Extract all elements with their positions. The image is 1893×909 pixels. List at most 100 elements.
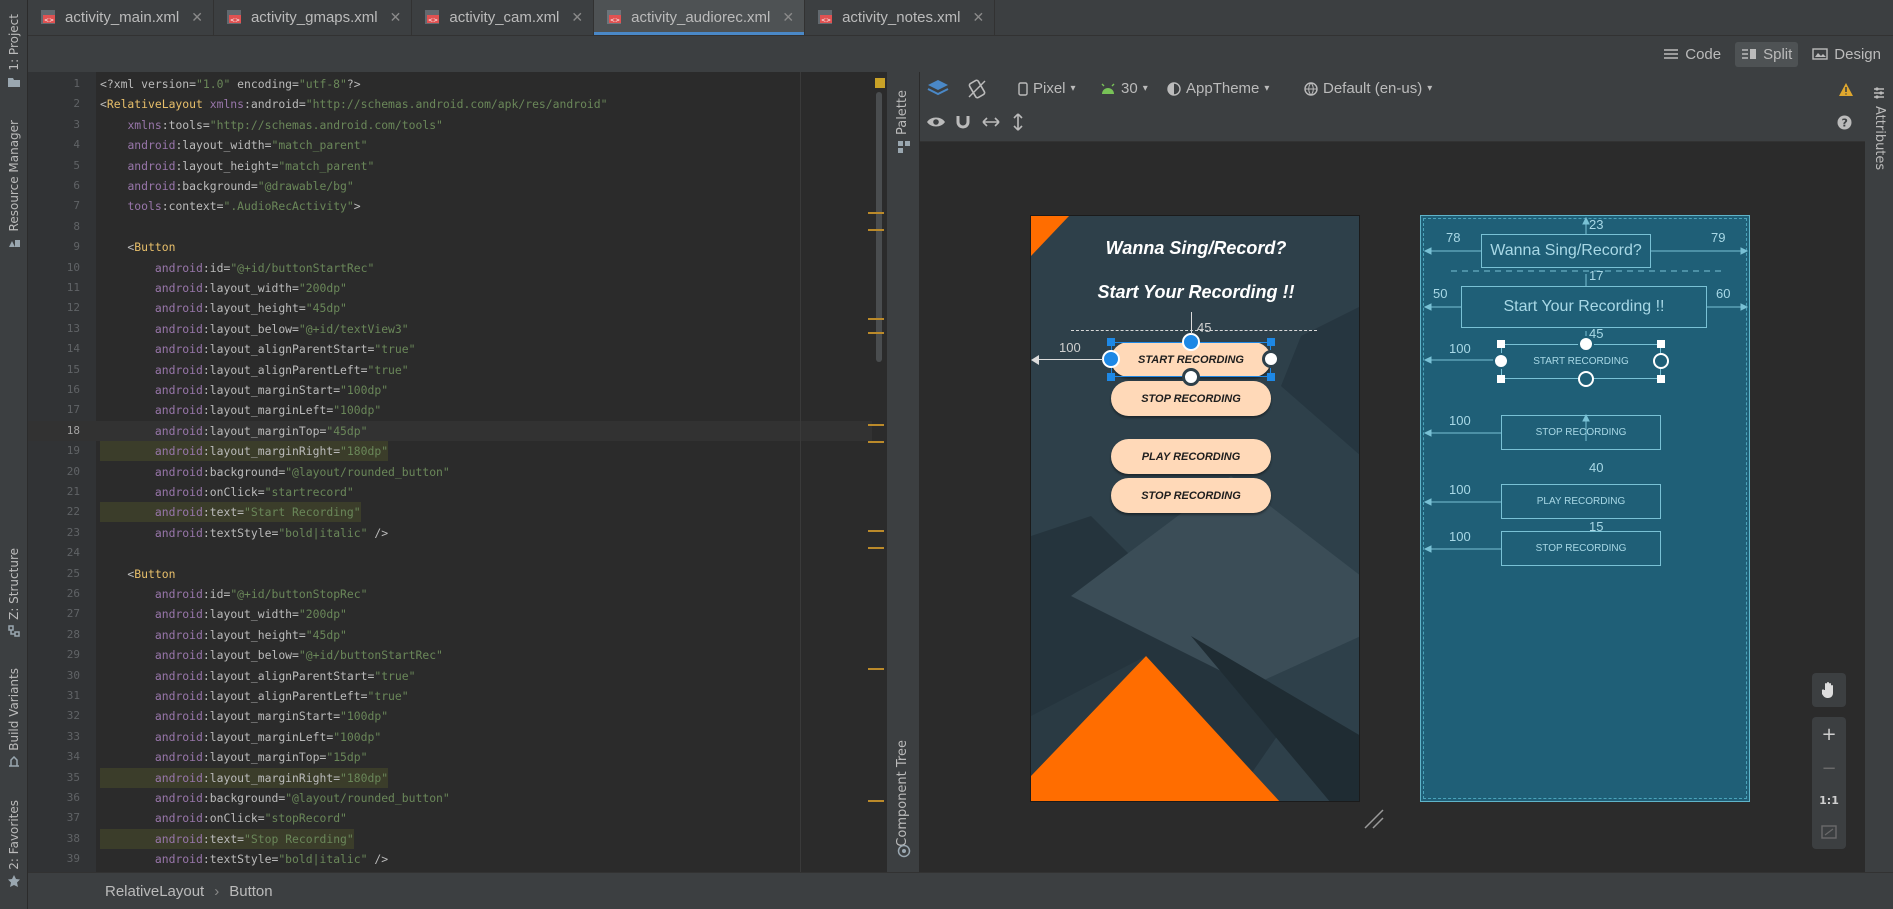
palette-tab[interactable]: Palette (895, 90, 910, 135)
tab-activity-notes[interactable]: <> activity_notes.xml ✕ (805, 0, 996, 35)
orientation-icon[interactable] (966, 78, 988, 100)
blueprint-handle[interactable] (1657, 375, 1665, 383)
code-line[interactable]: 30 android:layout_alignParentStart="true… (28, 666, 886, 686)
code-line[interactable]: 9 <Button (28, 237, 886, 257)
magnet-icon[interactable] (955, 114, 971, 130)
blueprint-handle[interactable] (1497, 375, 1505, 383)
editor-mark[interactable] (868, 424, 884, 426)
code-line[interactable]: 15 android:layout_alignParentLeft="true" (28, 360, 886, 380)
code-line[interactable]: 27 android:layout_width="200dp" (28, 604, 886, 624)
resize-handle[interactable] (1267, 338, 1275, 346)
editor-mark[interactable] (868, 800, 884, 802)
code-line[interactable]: 33 android:layout_marginLeft="100dp" (28, 727, 886, 747)
breadcrumb-item-relativelayout[interactable]: RelativeLayout (105, 883, 204, 900)
favorites-tool-tab[interactable]: 2: Favorites (2, 800, 26, 887)
code-line[interactable]: 35 android:layout_marginRight="180dp" (28, 767, 886, 788)
device-selector[interactable]: Pixel ▾ (1018, 80, 1076, 97)
code-line[interactable]: 1 <?xml version="1.0" encoding="utf-8"?> (28, 74, 886, 94)
blueprint-constraint-left[interactable] (1493, 353, 1509, 369)
layers-icon[interactable] (926, 78, 950, 98)
locale-selector[interactable]: Default (en-us) ▾ (1304, 80, 1432, 97)
warning-indicator[interactable] (875, 78, 885, 88)
zoom-fit-button[interactable] (1812, 815, 1846, 849)
code-line[interactable]: 2 <RelativeLayout xmlns:android="http://s… (28, 94, 886, 114)
code-line[interactable]: 19 android:layout_marginRight="180dp" (28, 441, 886, 462)
code-line[interactable]: 4 android:layout_width="match_parent" (28, 135, 886, 155)
vertical-arrows-icon[interactable] (1012, 113, 1024, 131)
editor-mark[interactable] (868, 229, 884, 231)
tab-activity-cam[interactable]: <> activity_cam.xml ✕ (412, 0, 595, 35)
blueprint-preview[interactable]: Wanna Sing/Record? Start Your Recording … (1420, 215, 1750, 802)
code-line[interactable]: 11 android:layout_width="200dp" (28, 278, 886, 298)
code-line[interactable]: 6 android:background="@drawable/bg" (28, 176, 886, 196)
zoom-out-button[interactable]: − (1812, 751, 1846, 785)
blueprint-subtitle[interactable]: Start Your Recording !! (1461, 286, 1707, 328)
horizontal-arrows-icon[interactable] (982, 116, 1000, 128)
editor-mark[interactable] (868, 332, 884, 334)
resize-grip-icon[interactable] (1363, 808, 1385, 830)
code-line[interactable]: 23 android:textStyle="bold|italic" /> (28, 523, 886, 543)
help-icon[interactable]: ? (1837, 115, 1852, 130)
code-line[interactable]: 36 android:background="@layout/rounded_b… (28, 788, 886, 808)
code-line[interactable]: 25 <Button (28, 564, 886, 584)
resize-handle[interactable] (1107, 338, 1115, 346)
constraint-handle-top[interactable] (1182, 333, 1200, 351)
resize-handle[interactable] (1267, 373, 1275, 381)
structure-tool-tab[interactable]: Z: Structure (2, 548, 26, 637)
tab-activity-audiorec[interactable]: <> activity_audiorec.xml ✕ (594, 0, 806, 35)
blueprint-play-recording[interactable]: PLAY RECORDING (1501, 484, 1661, 519)
eye-icon[interactable] (926, 115, 946, 129)
theme-selector[interactable]: AppTheme ▾ (1167, 80, 1269, 97)
editor-mark[interactable] (868, 668, 884, 670)
blueprint-constraint-bottom[interactable] (1578, 371, 1594, 387)
code-line[interactable]: 18 android:layout_marginTop="45dp" (28, 420, 886, 441)
code-line[interactable]: 10 android:id="@+id/buttonStartRec" (28, 258, 886, 278)
resource-manager-tab[interactable]: Resource Manager (2, 120, 26, 248)
editor-mark[interactable] (868, 547, 884, 549)
play-recording-button[interactable]: PLAY RECORDING (1111, 439, 1271, 474)
code-line[interactable]: 26 android:id="@+id/buttonStopRec" (28, 584, 886, 604)
code-line[interactable]: 28 android:layout_height="45dp" (28, 625, 886, 645)
code-line[interactable]: 5 android:layout_height="match_parent" (28, 156, 886, 176)
component-tree-tab[interactable]: Component Tree (895, 740, 910, 847)
code-line[interactable]: 29 android:layout_below="@+id/buttonStar… (28, 645, 886, 665)
split-mode-button[interactable]: Split (1735, 41, 1799, 67)
code-line[interactable]: 7 tools:context=".AudioRecActivity"> (28, 196, 886, 216)
constraint-handle-left[interactable] (1102, 350, 1120, 368)
build-variants-tab[interactable]: Build Variants (2, 668, 26, 768)
blueprint-title[interactable]: Wanna Sing/Record? (1481, 234, 1651, 268)
stop-recording-button[interactable]: STOP RECORDING (1111, 381, 1271, 416)
code-line[interactable]: 17 android:layout_marginLeft="100dp" (28, 400, 886, 420)
project-tool-tab[interactable]: 1: Project (2, 14, 26, 88)
code-line[interactable]: 3 xmlns:tools="http://schemas.android.co… (28, 115, 886, 135)
editor-mark[interactable] (868, 212, 884, 214)
code-line[interactable]: 22 android:text="Start Recording" (28, 502, 886, 523)
resize-handle[interactable] (1107, 373, 1115, 381)
zoom-actual-button[interactable]: 1:1 (1812, 783, 1846, 817)
tab-activity-main[interactable]: <> activity_main.xml ✕ (28, 0, 214, 35)
attributes-tab[interactable]: Attributes (1872, 106, 1887, 170)
constraint-handle-bottom[interactable] (1182, 368, 1200, 386)
close-icon[interactable]: ✕ (191, 9, 203, 26)
pan-button[interactable] (1812, 673, 1846, 707)
code-line[interactable]: 34 android:layout_marginTop="15dp" (28, 747, 886, 767)
tab-activity-gmaps[interactable]: <> activity_gmaps.xml ✕ (214, 0, 413, 35)
close-icon[interactable]: ✕ (782, 9, 794, 26)
code-line[interactable]: 14 android:layout_alignParentStart="true… (28, 339, 886, 359)
code-mode-button[interactable]: Code (1657, 42, 1727, 67)
editor-mark[interactable] (868, 318, 884, 320)
scrollbar-thumb[interactable] (876, 92, 882, 362)
editor-mark[interactable] (868, 530, 884, 532)
close-icon[interactable]: ✕ (571, 9, 583, 26)
api-level-selector[interactable]: 30 ▾ (1100, 80, 1148, 97)
code-line[interactable]: 8 (28, 217, 886, 237)
blueprint-stop-recording[interactable]: STOP RECORDING (1501, 415, 1661, 450)
blueprint-handle[interactable] (1657, 340, 1665, 348)
code-line[interactable]: 12 android:layout_height="45dp" (28, 298, 886, 318)
code-line[interactable]: 39 android:textStyle="bold|italic" /> (28, 849, 886, 869)
stop-recording-button-2[interactable]: STOP RECORDING (1111, 478, 1271, 513)
blueprint-stop-recording-2[interactable]: STOP RECORDING (1501, 531, 1661, 566)
code-line[interactable]: 21 android:onClick="startrecord" (28, 482, 886, 502)
code-line[interactable]: 24 (28, 543, 886, 563)
editor-scrollbar[interactable] (872, 72, 886, 872)
